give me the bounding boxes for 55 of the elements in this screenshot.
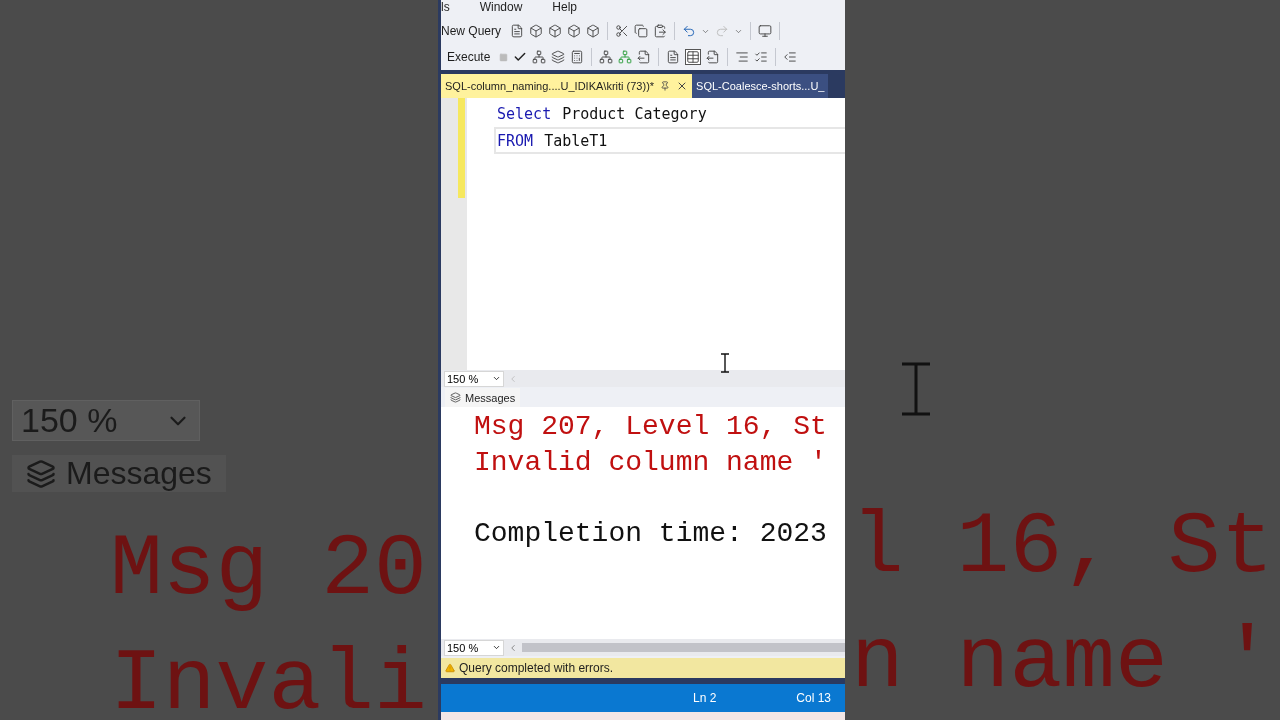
paste-icon[interactable] xyxy=(653,24,668,38)
menu-item[interactable]: ls xyxy=(441,0,450,14)
document-icon[interactable] xyxy=(666,50,681,64)
monitor-icon[interactable] xyxy=(758,24,773,38)
calculator-icon[interactable] xyxy=(570,50,585,64)
cube-icon[interactable] xyxy=(567,24,582,38)
text-cursor-icon xyxy=(720,353,730,373)
warning-icon xyxy=(445,663,455,673)
message-text: Completion time: 2023 xyxy=(474,517,828,551)
scrollbar-thumb[interactable] xyxy=(522,643,845,652)
text-cursor-icon xyxy=(900,362,932,416)
new-query-button[interactable]: New Query xyxy=(441,24,506,38)
cube-icon[interactable] xyxy=(586,24,601,38)
copy-icon[interactable] xyxy=(634,24,649,38)
pin-icon[interactable] xyxy=(660,81,671,91)
align-icon[interactable] xyxy=(735,50,750,64)
code-text: Product Category xyxy=(562,104,707,123)
outdent-icon[interactable] xyxy=(783,50,798,64)
caret-icon xyxy=(492,374,501,383)
messages-icon xyxy=(450,392,461,403)
messages-tab[interactable]: Messages xyxy=(445,388,521,407)
undo-icon[interactable] xyxy=(682,24,697,38)
caret-icon xyxy=(492,643,501,652)
document-tab[interactable]: SQL-Coalesce-shorts...U_ xyxy=(692,74,829,98)
diagram-icon[interactable] xyxy=(532,50,547,64)
check-icon[interactable] xyxy=(513,50,528,64)
cube-icon[interactable] xyxy=(548,24,563,38)
diagram-icon[interactable] xyxy=(599,50,614,64)
status-message: Query completed with errors. xyxy=(459,661,614,675)
grid-icon[interactable] xyxy=(685,49,702,65)
zoom-dropdown[interactable]: 150 % xyxy=(444,639,504,656)
message-text: Invalid column name ' xyxy=(474,446,828,480)
menu-item[interactable]: Window xyxy=(479,0,523,14)
menu-item[interactable]: Help xyxy=(552,0,578,14)
messages-icon xyxy=(26,458,56,489)
cut-icon[interactable] xyxy=(615,24,630,38)
error-text: Msg 20 xyxy=(109,519,428,621)
file-icon[interactable] xyxy=(637,50,652,64)
file-icon[interactable] xyxy=(706,50,721,64)
line-number: Ln 2 xyxy=(693,691,717,705)
error-text: n name ' xyxy=(850,612,1275,714)
message-text: Msg 207, Level 16, St xyxy=(474,410,828,444)
code-text: Select xyxy=(497,104,552,123)
document-icon[interactable] xyxy=(510,24,525,38)
list-icon[interactable] xyxy=(754,50,769,64)
execute-button[interactable]: Execute xyxy=(447,50,495,64)
code-text: FROM xyxy=(497,131,534,150)
code-text: TableT1 xyxy=(544,131,608,150)
cube-icon[interactable] xyxy=(529,24,544,38)
error-text: Invali xyxy=(109,634,428,720)
diagram-icon[interactable] xyxy=(618,50,633,64)
column-number: Col 13 xyxy=(796,691,832,705)
error-text: l 16, St xyxy=(850,497,1275,599)
document-tab[interactable]: SQL-column_naming....U_IDIKA\kriti (73))* xyxy=(441,74,693,98)
zoom-dropdown[interactable]: 150 % xyxy=(444,370,504,387)
